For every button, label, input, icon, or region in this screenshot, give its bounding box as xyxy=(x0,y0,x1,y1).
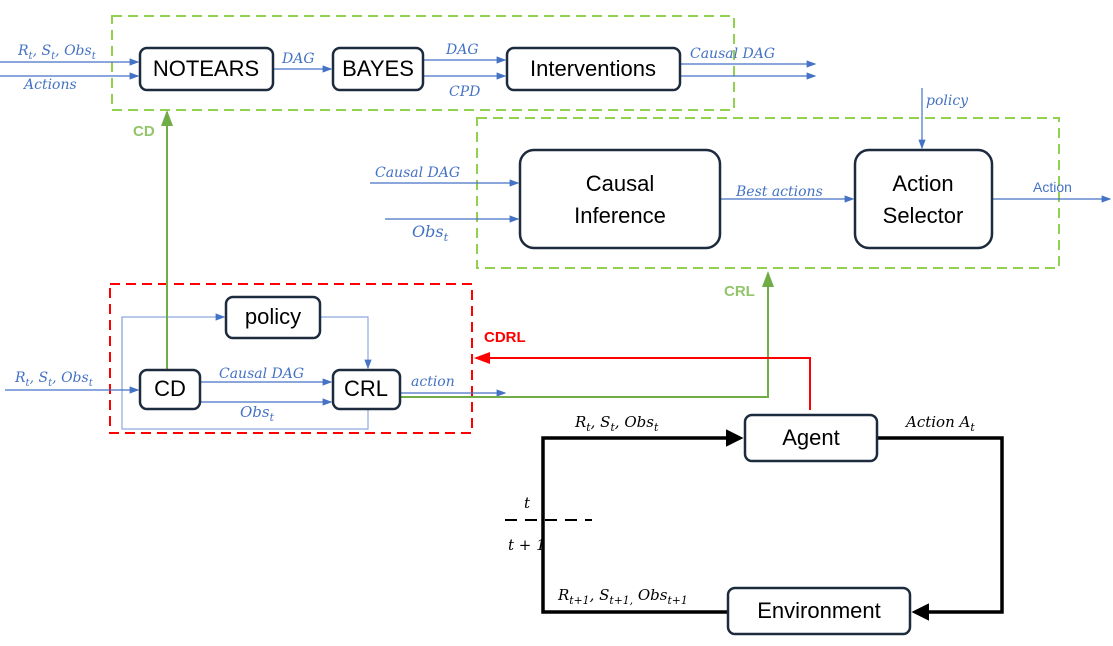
group-label-cd: CD xyxy=(133,123,155,140)
svg-text:Agent: Agent xyxy=(782,425,840,450)
label-causal-dag-in: Causal DAG xyxy=(375,165,460,181)
node-action-selector[interactable]: Action Selector xyxy=(853,148,994,250)
label-obs-cd: Obst​ xyxy=(240,403,275,424)
label-env-out: Rt+1​, St+1,​ Obst+1​ xyxy=(557,586,688,607)
node-notears[interactable]: NOTEARS xyxy=(138,46,275,92)
node-crl[interactable]: CRL xyxy=(331,368,402,411)
svg-text:BAYES: BAYES xyxy=(342,56,414,81)
svg-text:Environment: Environment xyxy=(757,598,881,623)
svg-text:Causal: Causal xyxy=(586,171,654,196)
label-dag-1: DAG xyxy=(281,51,315,67)
node-bayes[interactable]: BAYES xyxy=(331,46,425,92)
label-causal-dag-out: Causal DAG xyxy=(690,46,775,62)
label-policy-in: policy xyxy=(926,93,969,109)
svg-text:Selector: Selector xyxy=(883,203,964,228)
label-action-out: Action xyxy=(1033,179,1072,195)
svg-text:CRL: CRL xyxy=(344,376,388,401)
svg-text:Action: Action xyxy=(892,171,953,196)
svg-text:CD: CD xyxy=(154,376,186,401)
edge-crl-group xyxy=(400,271,774,398)
label-action-crl: action xyxy=(411,374,455,390)
label-rso-left: Rt​, St​, Obst​ xyxy=(14,370,94,389)
node-interventions[interactable]: Interventions xyxy=(505,46,682,92)
node-agent[interactable]: Agent xyxy=(743,413,879,463)
group-label-crl: CRL xyxy=(724,283,755,300)
node-policy[interactable]: policy xyxy=(224,295,322,340)
label-dag-2: DAG xyxy=(445,42,479,58)
label-causal-dag-cd: Causal DAG xyxy=(219,366,304,382)
label-agent-out: Action At​ xyxy=(904,413,975,434)
label-best-actions: Best actions xyxy=(735,184,823,200)
label-agent-in: Rt​, St​, Obst​ xyxy=(574,413,659,434)
edge-agent-env xyxy=(877,436,1004,621)
label-cpd: CPD xyxy=(449,84,480,100)
label-time-t1: t + 1 xyxy=(508,536,546,554)
label-actions: Actions xyxy=(22,77,77,93)
edge-agent-cdrl xyxy=(474,352,811,410)
label-obs-in: Obst​ xyxy=(412,222,449,244)
node-cd[interactable]: CD xyxy=(138,368,202,411)
node-causal-inference[interactable]: Causal Inference xyxy=(518,148,722,250)
group-label-cdrl: CDRL xyxy=(484,329,526,346)
edge-policy-crl xyxy=(320,316,372,370)
causal-rl-diagram: NOTEARS BAYES Interventions Causal Infere… xyxy=(0,15,1112,636)
svg-text:policy: policy xyxy=(245,304,301,329)
svg-text:Interventions: Interventions xyxy=(530,56,656,81)
svg-text:NOTEARS: NOTEARS xyxy=(153,56,259,81)
node-environment[interactable]: Environment xyxy=(726,586,912,636)
label-time-t: t xyxy=(524,494,531,512)
label-rso-top: Rt​, St​, Obst​ xyxy=(17,43,97,62)
svg-text:Inference: Inference xyxy=(574,203,666,228)
